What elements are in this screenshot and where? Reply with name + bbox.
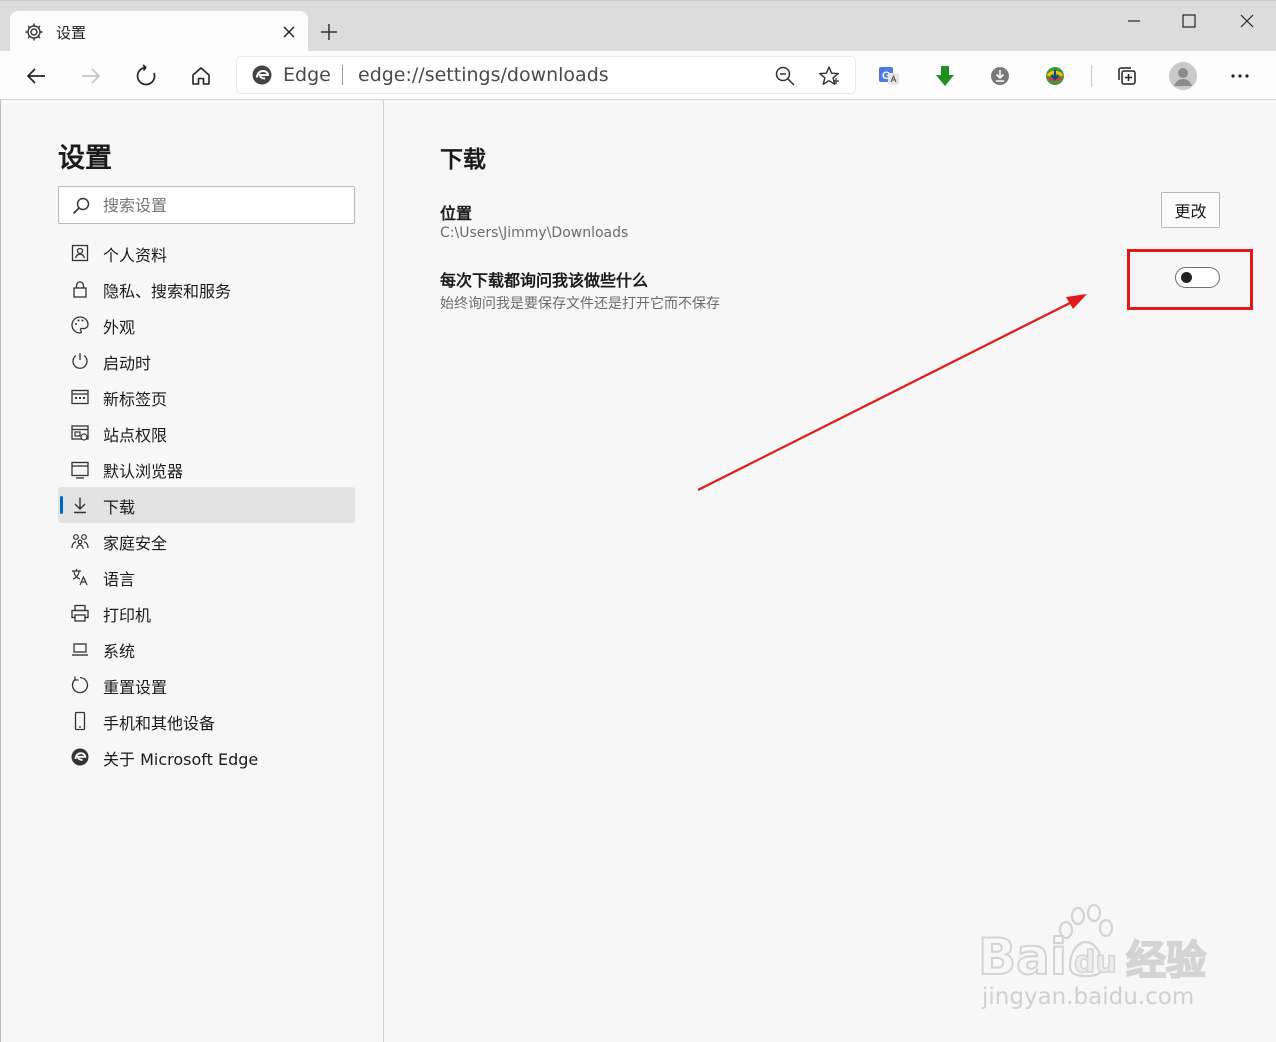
sidebar-item-new-tab[interactable]: 新标签页	[58, 379, 355, 415]
language-icon	[70, 567, 90, 587]
profile-avatar-icon[interactable]	[1166, 59, 1200, 93]
search-box[interactable]	[58, 186, 355, 224]
change-location-button[interactable]: 更改	[1161, 192, 1220, 228]
sidebar-item-label: 系统	[103, 642, 136, 661]
translate-icon[interactable]: G	[872, 59, 906, 93]
sidebar-item-system[interactable]: 系统	[58, 631, 355, 667]
zoom-icon[interactable]	[771, 62, 799, 90]
collections-icon[interactable]	[1110, 59, 1144, 93]
address-bar[interactable]: Edge edge://settings/downloads	[237, 57, 855, 93]
ask-each-time-description: 始终询问我是要保存文件还是打开它而不保存	[440, 296, 720, 312]
search-icon	[71, 196, 91, 216]
plus-icon[interactable]	[316, 19, 342, 45]
reset-icon	[70, 675, 90, 695]
gear-icon	[24, 22, 44, 42]
sidebar-item-about[interactable]: 关于 Microsoft Edge	[58, 739, 355, 775]
sidebar-item-label: 新标签页	[103, 390, 168, 409]
sidebar-item-label: 隐私、搜索和服务	[103, 282, 232, 301]
refresh-icon[interactable]	[129, 59, 163, 93]
sidebar-item-privacy[interactable]: 隐私、搜索和服务	[58, 271, 355, 307]
star-icon[interactable]	[815, 62, 843, 90]
sidebar-item-label: 家庭安全	[103, 534, 168, 553]
browser-toolbar: Edge edge://settings/downloads G	[0, 51, 1276, 100]
sidebar-item-label: 手机和其他设备	[103, 714, 216, 733]
sidebar-item-startup[interactable]: 启动时	[58, 343, 355, 379]
sidebar-item-label: 语言	[103, 570, 136, 589]
window-close-icon[interactable]	[1224, 5, 1270, 37]
maximize-icon[interactable]	[1166, 5, 1212, 37]
settings-sidebar: 设置 个人资料 隐私、搜索和服务 外观 启动时 新标签页 站点权限	[0, 100, 384, 1042]
url-path: settings/downloads	[424, 64, 609, 86]
minimize-icon[interactable]	[1111, 5, 1157, 37]
download-icon	[70, 495, 90, 515]
home-icon[interactable]	[184, 59, 218, 93]
sidebar-item-label: 个人资料	[103, 246, 168, 265]
sidebar-item-label: 打印机	[103, 606, 152, 625]
sidebar-item-site-permissions[interactable]: 站点权限	[58, 415, 355, 451]
ask-each-time-toggle[interactable]	[1175, 267, 1220, 288]
palette-icon	[70, 315, 90, 335]
downloads-settings-panel: 下载 位置 C:\Users\Jimmy\Downloads 更改 每次下载都询…	[385, 100, 1276, 1042]
new-tab-page-icon	[70, 387, 90, 407]
more-dots-icon[interactable]	[1223, 59, 1257, 93]
default-browser-icon	[70, 459, 90, 479]
tab-title: 设置	[56, 24, 87, 42]
sidebar-item-label: 默认浏览器	[103, 462, 184, 481]
sidebar-item-default-browser[interactable]: 默认浏览器	[58, 451, 355, 487]
sidebar-item-phone[interactable]: 手机和其他设备	[58, 703, 355, 739]
tab-settings[interactable]: 设置	[10, 11, 308, 52]
settings-nav: 个人资料 隐私、搜索和服务 外观 启动时 新标签页 站点权限 默认浏览器 下载	[58, 235, 355, 775]
sidebar-item-label: 重置设置	[103, 678, 168, 697]
power-icon	[70, 351, 90, 371]
location-label: 位置	[440, 204, 473, 223]
address-separator	[342, 65, 343, 85]
download-path: C:\Users\Jimmy\Downloads	[440, 225, 629, 241]
sidebar-item-label: 站点权限	[103, 426, 168, 445]
sidebar-item-languages[interactable]: 语言	[58, 559, 355, 595]
forward-arrow-icon[interactable]	[74, 59, 108, 93]
sidebar-item-appearance[interactable]: 外观	[58, 307, 355, 343]
sidebar-item-printers[interactable]: 打印机	[58, 595, 355, 631]
url-text[interactable]: edge://settings/downloads	[358, 64, 609, 86]
sidebar-item-profile[interactable]: 个人资料	[58, 235, 355, 271]
sidebar-item-reset[interactable]: 重置设置	[58, 667, 355, 703]
back-arrow-icon[interactable]	[19, 59, 53, 93]
edge-logo-icon	[251, 64, 273, 86]
tab-strip: 设置	[0, 0, 1276, 52]
sidebar-item-label: 关于 Microsoft Edge	[103, 750, 259, 769]
search-input[interactable]	[103, 194, 343, 216]
sidebar-title: 设置	[58, 143, 112, 174]
download-circle-icon[interactable]	[983, 59, 1017, 93]
family-icon	[70, 531, 90, 551]
close-icon[interactable]	[278, 21, 300, 43]
edge-logo-icon	[70, 747, 90, 767]
url-scheme: edge://	[358, 64, 425, 86]
idm-extension-icon[interactable]	[1038, 59, 1072, 93]
printer-icon	[70, 603, 90, 623]
sidebar-item-downloads[interactable]: 下载	[58, 487, 355, 523]
sidebar-item-family[interactable]: 家庭安全	[58, 523, 355, 559]
sidebar-item-label: 外观	[103, 318, 136, 337]
site-name: Edge	[283, 64, 331, 86]
lock-icon	[70, 279, 90, 299]
site-permissions-icon	[70, 423, 90, 443]
page-title: 下载	[440, 147, 486, 173]
toggle-knob	[1181, 272, 1192, 283]
sidebar-item-label: 下载	[103, 498, 136, 517]
phone-icon	[70, 711, 90, 731]
sidebar-item-label: 启动时	[103, 354, 152, 373]
green-download-arrow-icon[interactable]	[928, 59, 962, 93]
toolbar-separator	[1091, 65, 1092, 87]
ask-each-time-label: 每次下载都询问我该做些什么	[440, 271, 649, 290]
laptop-icon	[70, 639, 90, 659]
profile-icon	[70, 243, 90, 263]
